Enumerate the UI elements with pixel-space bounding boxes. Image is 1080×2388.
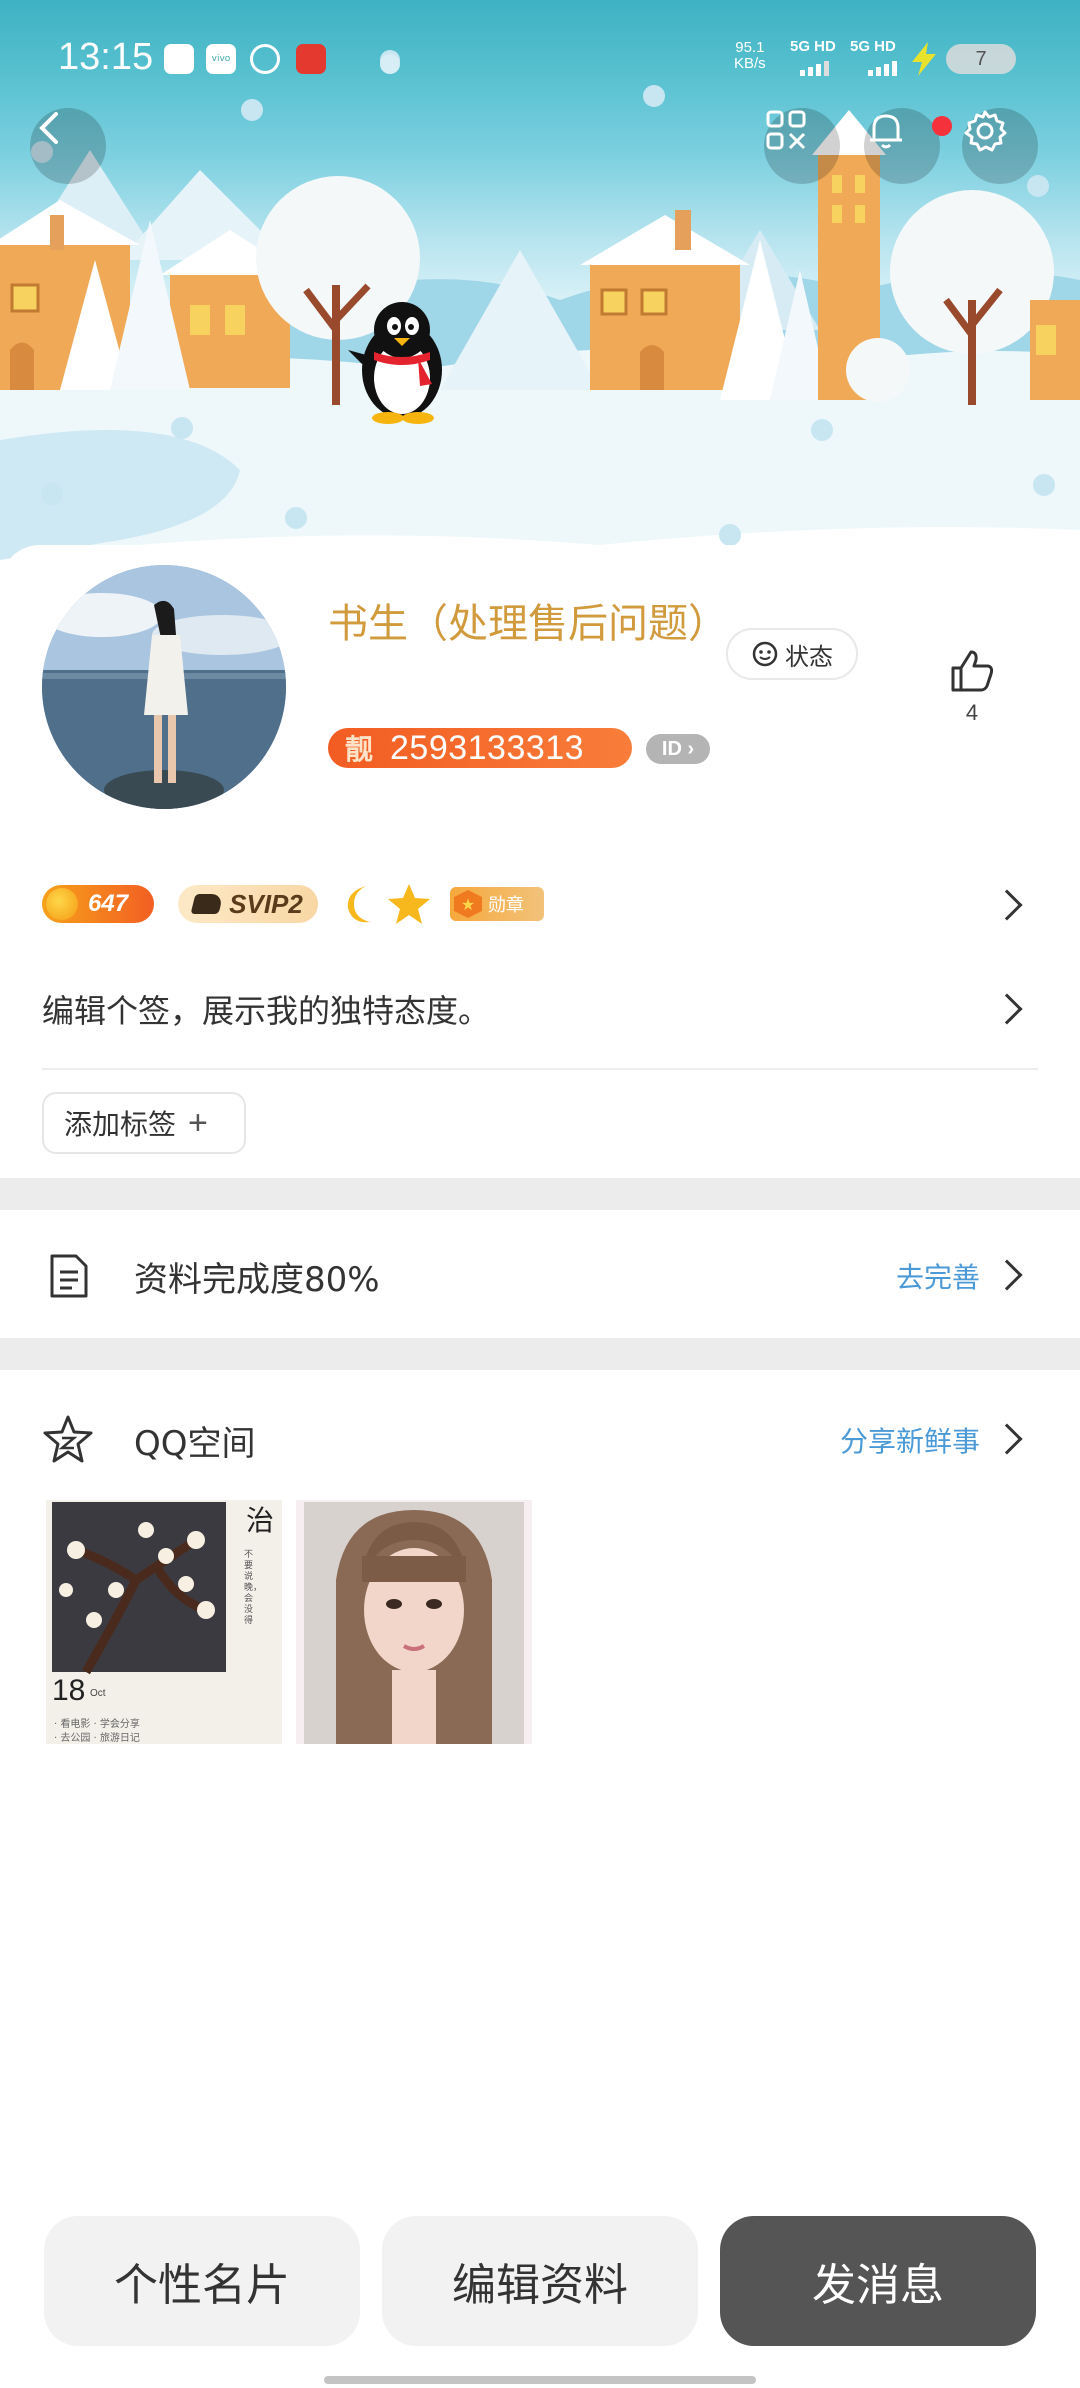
charging-icon bbox=[912, 42, 936, 76]
notifications-button[interactable] bbox=[864, 108, 940, 184]
badge-row[interactable]: 647 SVIP2 ★ 勋章 bbox=[42, 880, 544, 928]
qzone-star-icon bbox=[43, 1415, 93, 1463]
section-gap bbox=[0, 1178, 1080, 1210]
gear-icon bbox=[964, 110, 1007, 152]
like-button[interactable] bbox=[944, 646, 1000, 700]
qq-number: 2593133313 bbox=[390, 728, 585, 767]
thumb1-note-line: · 看电影 · 学会分享 bbox=[54, 1719, 140, 1730]
qr-code-icon bbox=[766, 110, 806, 150]
star-icon bbox=[388, 884, 430, 924]
id-label: ID bbox=[661, 738, 682, 760]
completion-chevron-icon[interactable] bbox=[991, 1259, 1023, 1291]
thumb1-month: Oct bbox=[90, 1688, 106, 1699]
nickname[interactable]: 书生（处理售后问题） bbox=[328, 598, 728, 650]
signal-sim1: 5G HD bbox=[790, 38, 836, 55]
qzone-title: QQ空间 bbox=[134, 1424, 256, 1464]
profile-banner: 13:15 vivo 95.1 KB/s 5G HD 5G HD 7 bbox=[0, 0, 1080, 600]
mail-icon bbox=[164, 44, 194, 74]
pretty-number-label: 靓 bbox=[344, 733, 373, 766]
status-bar: 13:15 vivo 95.1 KB/s 5G HD 5G HD 7 bbox=[0, 0, 1080, 118]
document-icon bbox=[50, 1254, 88, 1298]
net-speed-unit: KB/s bbox=[734, 55, 766, 72]
notification-dot bbox=[932, 116, 952, 136]
qzone-share-action[interactable]: 分享新鲜事 bbox=[840, 1420, 980, 1460]
vivo-icon: vivo bbox=[206, 44, 236, 74]
medal-label: 勋章 bbox=[488, 895, 524, 916]
qzone-thumbnail-2[interactable] bbox=[296, 1500, 532, 1744]
thumb1-day: 18 bbox=[52, 1674, 86, 1707]
svip-label: SVIP2 bbox=[229, 888, 303, 919]
section-gap bbox=[0, 1338, 1080, 1370]
sun-level: 647 bbox=[88, 890, 129, 917]
battery-indicator: 7 bbox=[946, 44, 1016, 74]
moon-icon bbox=[347, 886, 370, 923]
smiley-icon bbox=[752, 641, 778, 667]
qzone-chevron-icon[interactable] bbox=[991, 1423, 1023, 1455]
profile-completion-row[interactable]: 资料完成度80% 去完善 bbox=[0, 1210, 1080, 1338]
qzone-thumbnail-1[interactable]: 治 18 Oct · 看电影 · 学会分享 · 去公园 · 旅游日记 不要说晚，… bbox=[46, 1500, 282, 1744]
leaf-icon bbox=[250, 44, 280, 74]
send-message-button[interactable]: 发消息 bbox=[720, 2216, 1036, 2346]
qq-number-badge[interactable]: 靓 2593133313 bbox=[328, 728, 632, 768]
thumb1-side-text: 不要说晚，会没得 bbox=[244, 1550, 263, 1626]
divider bbox=[42, 1068, 1038, 1070]
sun-icon bbox=[46, 888, 78, 920]
svg-text:治: 治 bbox=[246, 1504, 274, 1537]
qr-code-button[interactable] bbox=[764, 108, 840, 184]
thumb1-note-line: · 去公园 · 旅游日记 bbox=[54, 1733, 140, 1744]
signal-sim2: 5G HD bbox=[850, 38, 896, 55]
sun-level-badge: 647 bbox=[42, 885, 154, 923]
thumb1-notes: · 看电影 · 学会分享 · 去公园 · 旅游日记 bbox=[54, 1718, 140, 1744]
app-notification-icon bbox=[296, 44, 326, 74]
thumbs-up-icon bbox=[951, 650, 994, 692]
completion-action[interactable]: 去完善 bbox=[896, 1256, 980, 1296]
add-tag-label: 添加标签 bbox=[64, 1108, 177, 1141]
network-speed: 95.1 KB/s bbox=[734, 40, 766, 72]
svip-crown-icon bbox=[190, 894, 224, 914]
like-count: 4 bbox=[965, 700, 979, 725]
back-button[interactable] bbox=[30, 108, 106, 184]
avatar-photo bbox=[42, 565, 286, 809]
status-time: 13:15 bbox=[58, 36, 154, 78]
edit-profile-button[interactable]: 编辑资料 bbox=[382, 2216, 698, 2346]
status-label: 状态 bbox=[785, 642, 833, 671]
home-indicator[interactable] bbox=[324, 2376, 756, 2384]
completion-label: 资料完成度80% bbox=[134, 1260, 380, 1300]
medal-star-icon: ★ bbox=[454, 890, 482, 918]
bell-icon bbox=[870, 114, 902, 149]
medal-badge: ★ 勋章 bbox=[450, 887, 544, 921]
svip-badge: SVIP2 bbox=[178, 885, 318, 923]
settings-button[interactable] bbox=[962, 108, 1038, 184]
signal-bars-icon bbox=[800, 61, 897, 76]
plus-icon: + bbox=[188, 1103, 208, 1142]
qzone-row[interactable]: QQ空间 分享新鲜事 bbox=[0, 1370, 1080, 1500]
chevron-left-icon bbox=[39, 112, 58, 144]
signature-text[interactable]: 编辑个签，展示我的独特态度。 bbox=[42, 986, 490, 1032]
profile-card-button[interactable]: 个性名片 bbox=[44, 2216, 360, 2346]
id-button[interactable]: ID › bbox=[646, 734, 710, 764]
add-tag-button[interactable]: 添加标签 + bbox=[42, 1092, 246, 1154]
avatar[interactable] bbox=[42, 565, 286, 809]
status-button[interactable]: 状态 bbox=[726, 628, 858, 680]
portrait-photo bbox=[296, 1500, 532, 1744]
net-speed-value: 95.1 bbox=[735, 39, 765, 56]
